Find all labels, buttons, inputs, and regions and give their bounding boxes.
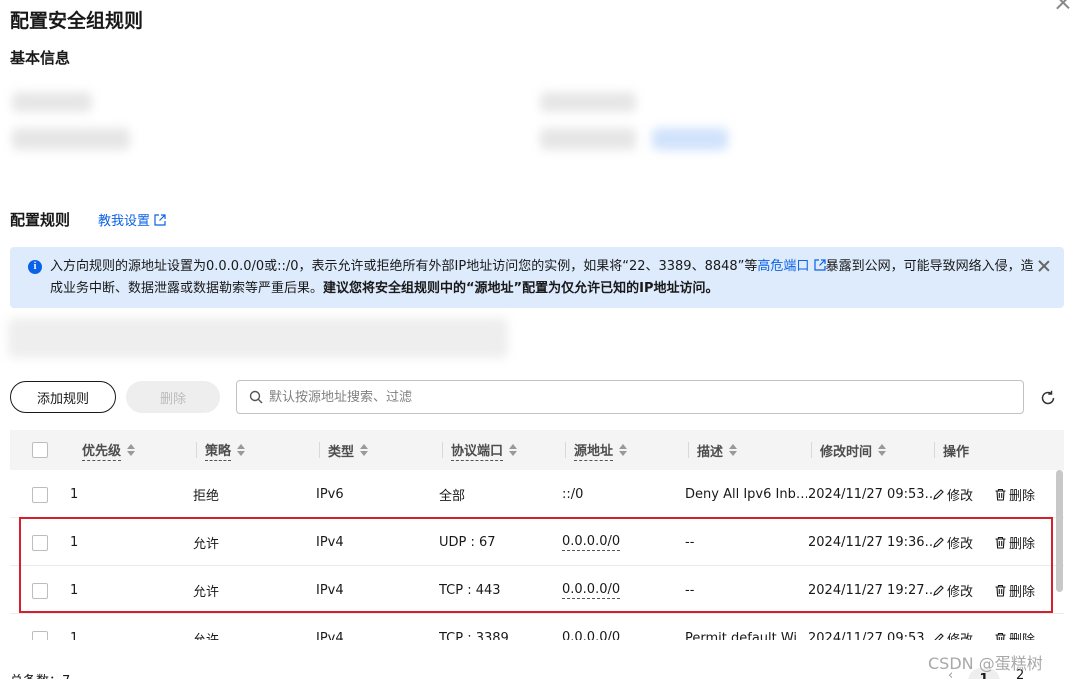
search-box[interactable] <box>236 380 1024 414</box>
cell-source-value: 0.0.0.0/0 <box>562 630 620 641</box>
column-divider <box>811 442 812 458</box>
col-modified[interactable]: 修改时间 <box>811 430 887 470</box>
delete-label: 删除 <box>1009 632 1036 641</box>
search-icon <box>249 390 263 404</box>
col-priority-label: 优先级 <box>82 440 122 461</box>
cell-desc: Deny All Ipv6 Inb… <box>685 486 807 502</box>
redacted-field <box>540 128 636 150</box>
column-divider <box>196 442 197 458</box>
sort-icon[interactable] <box>237 444 246 456</box>
table-row: 1 拒绝 IPv6 全部 ::/0 Deny All Ipv6 Inb… 202… <box>10 470 1064 518</box>
edit-button[interactable]: 修改 <box>932 614 973 640</box>
sort-icon[interactable] <box>127 444 136 456</box>
notice-text-part: 入方向规则的源地址设置为0.0.0.0/0或::/0，表示允许或拒绝所有外部IP… <box>50 259 758 274</box>
delete-row-button[interactable]: 删除 <box>994 470 1035 518</box>
col-policy[interactable]: 策略 <box>196 430 246 470</box>
trash-icon <box>995 488 1006 501</box>
col-type-label: 类型 <box>328 444 355 460</box>
rules-section-title: 配置规则 <box>10 211 71 229</box>
column-divider <box>688 442 689 458</box>
cell-priority: 1 <box>70 630 79 641</box>
row-checkbox[interactable] <box>32 631 48 640</box>
basic-info-title: 基本信息 <box>10 49 71 67</box>
sort-icon[interactable] <box>729 444 738 456</box>
col-type[interactable]: 类型 <box>319 430 369 470</box>
risk-notice: i 入方向规则的源地址设置为0.0.0.0/0或::/0，表示允许或拒绝所有外部… <box>10 247 1064 308</box>
highlight-box <box>19 517 1053 613</box>
column-divider <box>319 442 320 458</box>
cell-desc: Permit default Wi… <box>685 630 807 641</box>
notice-text: 入方向规则的源地址设置为0.0.0.0/0或::/0，表示允许或拒绝所有外部IP… <box>50 256 1040 300</box>
refresh-icon[interactable] <box>1039 389 1057 407</box>
cell-policy: 允许 <box>193 632 220 641</box>
column-divider <box>565 442 566 458</box>
high-risk-port-link[interactable]: 高危端口 <box>757 259 826 274</box>
high-risk-port-label: 高危端口 <box>757 259 810 274</box>
redacted-field <box>540 92 636 112</box>
col-policy-label: 策略 <box>205 440 232 461</box>
redacted-field <box>12 128 130 150</box>
cell-port: TCP : 3389 <box>439 630 509 641</box>
cell-type: IPv4 <box>316 630 344 641</box>
info-icon: i <box>28 260 42 274</box>
table-row: 1 允许 IPv4 TCP : 3389 0.0.0.0/0 Permit de… <box>10 614 1064 640</box>
col-modified-label: 修改时间 <box>820 444 873 460</box>
cell-port: 全部 <box>439 488 466 504</box>
cell-source: ::/0 <box>562 486 584 502</box>
row-checkbox[interactable] <box>32 487 48 503</box>
cell-modified: 2024/11/27 09:53… <box>808 486 932 502</box>
edit-label: 修改 <box>947 632 974 641</box>
add-rule-button[interactable]: 添加规则 <box>10 381 116 413</box>
delete-button[interactable]: 删除 <box>126 381 220 413</box>
trash-icon <box>995 632 1006 640</box>
total-count: 总条数：7 <box>10 670 70 679</box>
cell-policy: 拒绝 <box>193 488 220 504</box>
delete-row-button[interactable]: 删除 <box>994 614 1035 640</box>
external-link-icon <box>813 259 826 271</box>
col-desc[interactable]: 描述 <box>688 430 738 470</box>
col-source-label: 源地址 <box>574 440 614 461</box>
col-desc-label: 描述 <box>697 444 724 460</box>
edit-label: 修改 <box>947 488 974 504</box>
pencil-icon <box>934 632 944 640</box>
sort-icon[interactable] <box>360 444 369 456</box>
table-scrollbar[interactable] <box>1056 470 1063 592</box>
sort-icon[interactable] <box>619 444 628 456</box>
help-link[interactable]: 教我设置 <box>98 210 166 229</box>
edit-button[interactable]: 修改 <box>932 470 973 518</box>
column-divider <box>442 442 443 458</box>
cell-type: IPv6 <box>316 486 344 502</box>
pencil-icon <box>933 488 944 500</box>
col-priority[interactable]: 优先级 <box>82 430 136 470</box>
external-link-icon <box>154 213 166 226</box>
search-input[interactable] <box>269 389 969 405</box>
cell-modified: 2024/11/27 09:53… <box>808 630 932 641</box>
col-port[interactable]: 协议端口 <box>442 430 518 470</box>
col-port-label: 协议端口 <box>451 440 504 461</box>
watermark: CSDN @蛋糕树 <box>928 654 1043 673</box>
sort-icon[interactable] <box>509 444 518 456</box>
cell-priority: 1 <box>70 486 79 502</box>
col-actions: 操作 <box>934 430 970 470</box>
column-divider <box>934 442 935 458</box>
col-actions-label: 操作 <box>943 444 970 460</box>
redacted-tabs <box>8 318 508 358</box>
close-icon[interactable] <box>1054 0 1072 12</box>
dialog-title: 配置安全组规则 <box>10 10 144 32</box>
cell-source[interactable]: 0.0.0.0/0 <box>562 614 672 641</box>
redacted-link <box>652 128 728 150</box>
table-header: 优先级 策略 类型 协议端口 源地址 描述 修改时间 操作 <box>10 430 1064 470</box>
notice-recommendation: 建议您将安全组规则中的“源地址”配置为仅允许已知的IP地址访问。 <box>323 281 719 296</box>
delete-label: 删除 <box>1009 488 1036 504</box>
select-all-checkbox[interactable] <box>32 442 48 458</box>
help-link-label: 教我设置 <box>98 214 151 229</box>
col-source[interactable]: 源地址 <box>565 430 628 470</box>
redacted-field <box>12 92 92 112</box>
sort-icon[interactable] <box>878 444 887 456</box>
notice-close-icon[interactable] <box>1037 259 1051 273</box>
